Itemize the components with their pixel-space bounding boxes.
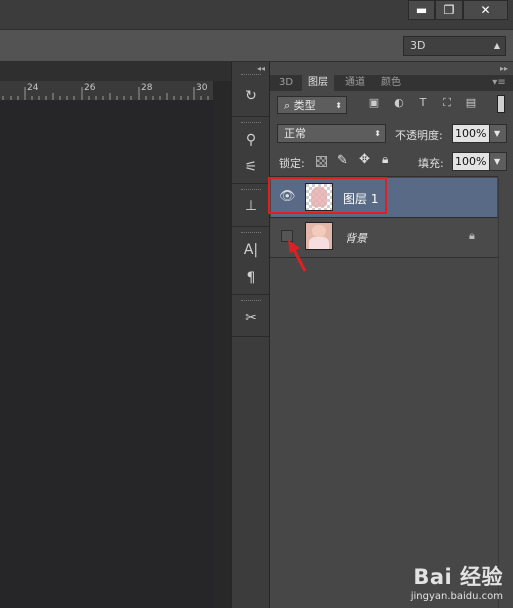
panel-menu-icon[interactable]: ▾≡: [489, 75, 509, 91]
lock-position-icon[interactable]: ✥: [359, 152, 370, 167]
dock-grip[interactable]: [241, 189, 261, 192]
search-icon: ⌕: [284, 99, 294, 112]
dock-grip[interactable]: [241, 300, 261, 303]
ruler-ticks: [2, 87, 209, 100]
fill-dropdown-icon[interactable]: ▼: [489, 152, 507, 171]
smart-object-filter-icon[interactable]: ▤: [464, 97, 478, 109]
lock-icon: 🔒︎: [469, 229, 475, 242]
pixel-filter-icon[interactable]: ▣: [367, 97, 381, 109]
type-filter-icon[interactable]: T: [416, 97, 430, 109]
panel-dock-strip: ↻ ⚲ ⚟ ⊥ A| ¶ ✂: [231, 62, 270, 608]
adjustment-filter-icon[interactable]: ◐: [392, 97, 406, 109]
opacity-label: 不透明度:: [395, 129, 443, 142]
chevron-updown-icon: ⬍: [335, 101, 342, 110]
watermark-url: jingyan.baidu.com: [410, 591, 503, 602]
red-arrow-icon: [288, 240, 307, 272]
layer-filter-select[interactable]: ⌕ 类型 ⬍: [277, 96, 347, 114]
horizontal-ruler: 24 26 28 30: [0, 81, 213, 101]
panel-tabs: 3D 图层 通道 颜色 ▾≡: [270, 75, 513, 91]
brush-settings-icon[interactable]: ⚟: [241, 157, 261, 177]
tab-channels[interactable]: 通道: [340, 75, 370, 91]
lock-label: 锁定:: [279, 157, 305, 170]
layer-name: 背景: [345, 232, 367, 245]
clone-source-icon[interactable]: ⊥: [241, 196, 261, 216]
collapse-panels-icon[interactable]: ◂◂: [257, 64, 265, 73]
layers-scrollbar[interactable]: [498, 177, 513, 608]
fill-label: 填充:: [418, 157, 444, 170]
tool-presets-icon[interactable]: ✂: [241, 308, 261, 328]
document-area-header: [0, 62, 231, 81]
tab-3d[interactable]: 3D: [275, 75, 297, 91]
opacity-input[interactable]: 100%: [452, 124, 490, 143]
layer-filter-value: 类型: [293, 99, 316, 112]
filter-toggle[interactable]: [497, 95, 505, 113]
shape-filter-icon[interactable]: ⛶: [440, 97, 454, 109]
character-icon[interactable]: A|: [241, 240, 261, 260]
brush-presets-icon[interactable]: ⚲: [241, 130, 261, 150]
dock-grip[interactable]: [241, 122, 261, 125]
tab-color[interactable]: 颜色: [376, 75, 406, 91]
blend-mode-value: 正常: [284, 127, 306, 140]
workspace-select[interactable]: 3D ▲: [403, 36, 506, 56]
dock-grip[interactable]: [241, 232, 261, 235]
close-button[interactable]: ✕: [463, 0, 508, 20]
watermark: Bai 经验 jingyan.baidu.com: [411, 561, 503, 602]
restore-button[interactable]: ❐: [435, 0, 463, 20]
chevron-updown-icon: ▲: [493, 41, 500, 50]
blend-mode-select[interactable]: 正常 ⬍: [277, 124, 386, 143]
minimize-button[interactable]: ▬: [408, 0, 435, 20]
paragraph-icon[interactable]: ¶: [241, 268, 261, 288]
tab-layers[interactable]: 图层: [302, 75, 334, 91]
chevron-updown-icon: ⬍: [374, 129, 381, 138]
document-canvas[interactable]: [0, 100, 213, 608]
lock-all-icon[interactable]: 🔒︎: [382, 152, 388, 167]
lock-pixels-icon[interactable]: ✎: [337, 153, 348, 168]
layers-panel: [270, 62, 513, 608]
watermark-brand: Bai 经验: [413, 565, 503, 589]
workspace-value: 3D: [410, 39, 426, 52]
fill-input[interactable]: 100%: [452, 152, 490, 171]
opacity-dropdown-icon[interactable]: ▼: [489, 124, 507, 143]
dock-grip[interactable]: [241, 74, 261, 77]
lock-transparency-icon[interactable]: [316, 156, 327, 167]
highlight-box: [268, 177, 387, 214]
expand-panels-icon[interactable]: ▸▸: [500, 64, 508, 73]
history-icon[interactable]: ↻: [241, 86, 261, 106]
